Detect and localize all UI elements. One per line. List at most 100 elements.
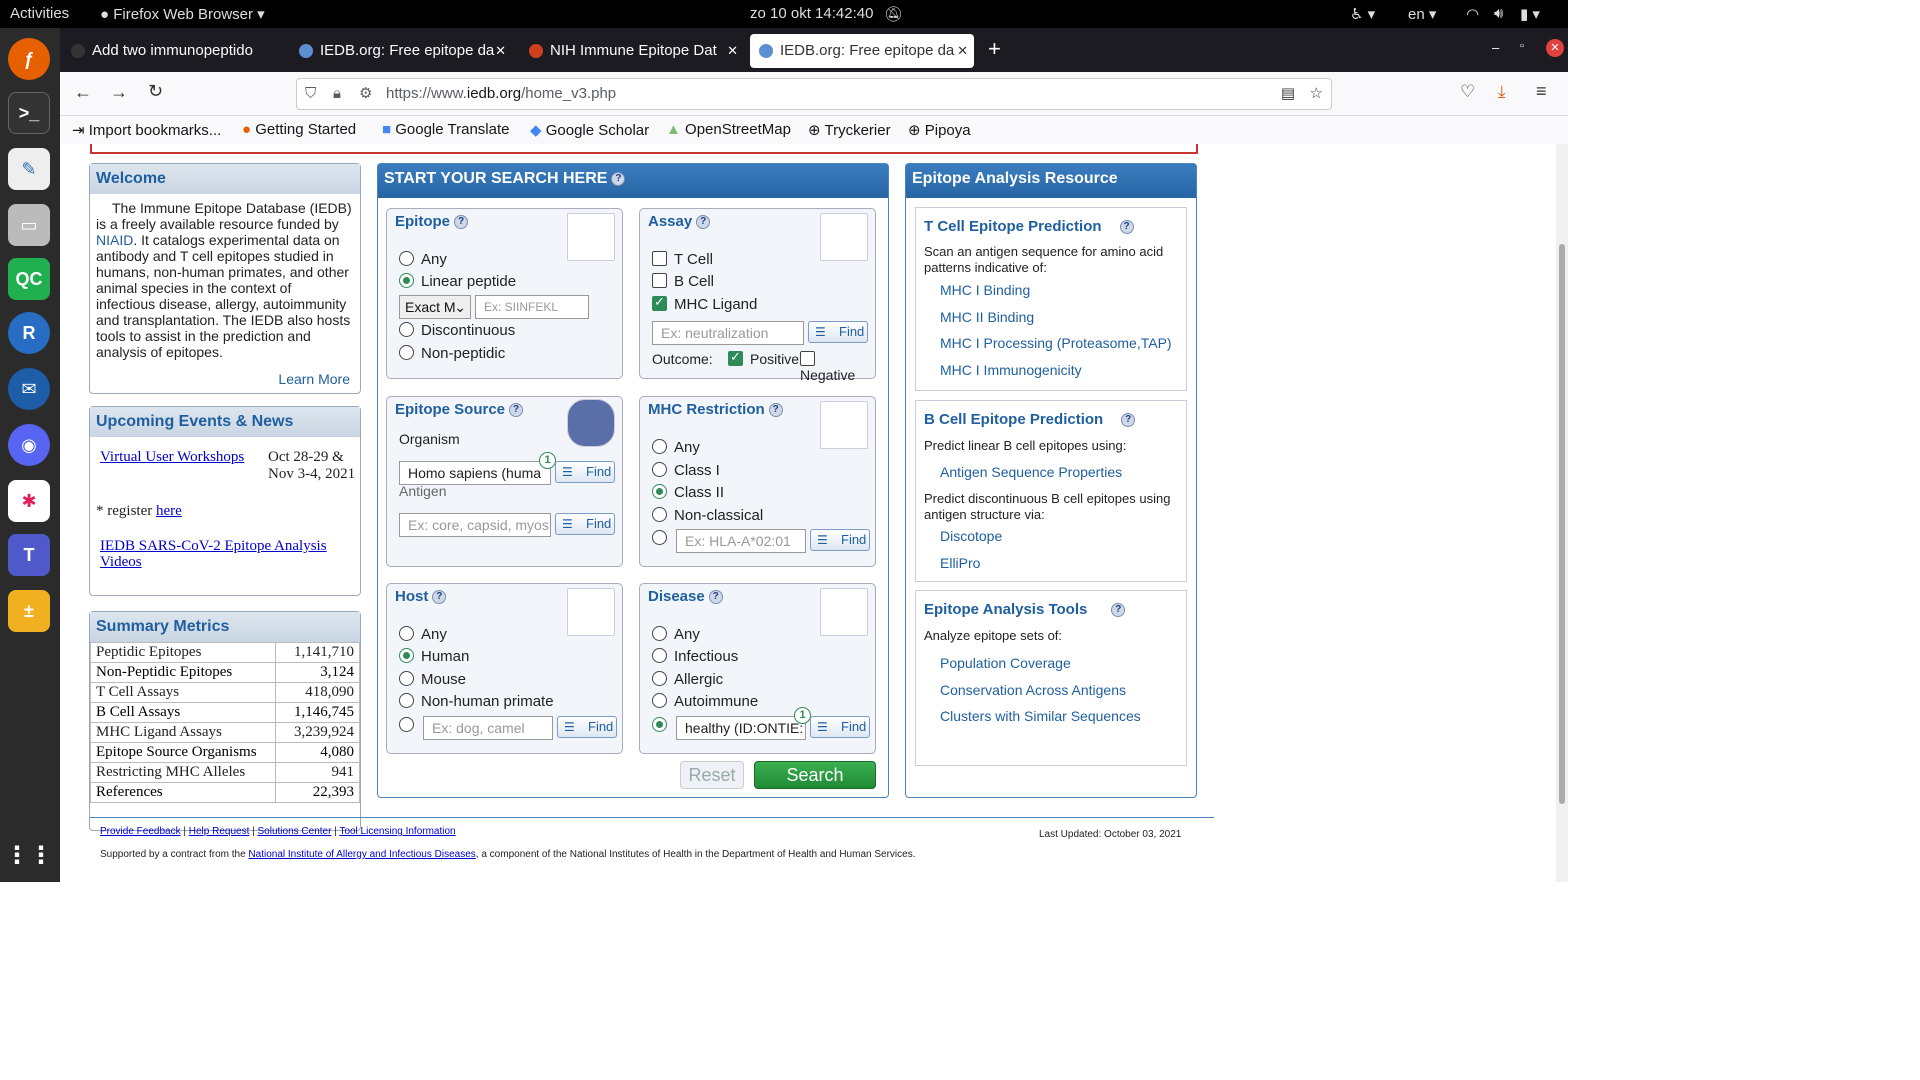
battery-icon[interactable]: ▮ ▾: [1520, 5, 1540, 23]
niaid-link[interactable]: NIAID: [96, 232, 133, 248]
wifi-icon[interactable]: ◠: [1466, 5, 1479, 23]
ellipro-link[interactable]: ElliPro: [940, 555, 980, 571]
help-icon[interactable]: ?: [611, 171, 626, 186]
niaid-full-link[interactable]: National Institute of Allergy and Infect…: [248, 849, 475, 860]
mhc1-processing-link[interactable]: MHC I Processing (Proteasome,TAP): [940, 335, 1172, 351]
assay-bcell-checkbox[interactable]: B Cell: [652, 273, 714, 290]
r-icon[interactable]: R: [8, 312, 50, 354]
videos-link[interactable]: IEDB SARS-CoV-2 Epitope Analysis Videos: [100, 538, 350, 570]
learn-more-link[interactable]: Learn More: [278, 371, 350, 387]
organism-input[interactable]: Homo sapiens (huma: [399, 461, 551, 485]
antigen-input[interactable]: Ex: core, capsid, myos: [399, 513, 551, 537]
mhc-allele-input[interactable]: Ex: HLA-A*02:01: [676, 529, 806, 553]
mhc-class1-radio[interactable]: Class I: [652, 462, 720, 479]
bookmark-openstreetmap[interactable]: ▲ OpenStreetMap: [666, 121, 791, 138]
maximize-icon[interactable]: ▫: [1520, 40, 1524, 52]
help-icon[interactable]: ?: [509, 403, 524, 418]
outcome-positive-checkbox[interactable]: Positive: [728, 349, 799, 367]
epitope-nonpeptidic-radio[interactable]: Non-peptidic: [399, 345, 505, 362]
epitope-sequence-input[interactable]: Ex: SIINFEKL: [475, 295, 589, 319]
tab-iedb-active[interactable]: IEDB.org: Free epitope da ✕: [750, 34, 974, 68]
show-apps-icon[interactable]: ⋮⋮: [5, 834, 53, 876]
antigen-find-button[interactable]: Find: [555, 513, 615, 535]
population-coverage-link[interactable]: Population Coverage: [940, 655, 1071, 671]
mhc2-binding-link[interactable]: MHC II Binding: [940, 309, 1034, 325]
mhc-find-button[interactable]: Find: [810, 529, 870, 551]
bookmark-google-translate[interactable]: ■ Google Translate: [382, 121, 509, 138]
bookmark-import[interactable]: ⇥ Import bookmarks...: [72, 121, 221, 139]
host-nhp-radio[interactable]: Non-human primate: [399, 693, 554, 710]
feedback-link[interactable]: Provide Feedback: [100, 826, 181, 837]
bookmark-pipoya[interactable]: ⊕ Pipoya: [908, 121, 971, 139]
epitope-discontinuous-radio[interactable]: Discontinuous: [399, 322, 515, 339]
epitope-linear-radio[interactable]: Linear peptide: [399, 273, 516, 290]
scrollbar[interactable]: [1556, 144, 1568, 882]
pocket-icon[interactable]: ♡: [1460, 82, 1475, 102]
discotope-link[interactable]: Discotope: [940, 528, 1002, 544]
discord-icon[interactable]: ◉: [8, 424, 50, 466]
mhc-class2-radio[interactable]: Class II: [652, 484, 724, 501]
help-icon[interactable]: ?: [454, 215, 468, 230]
mhc-allele-radio[interactable]: [652, 530, 674, 547]
assay-input[interactable]: Ex: neutralization: [652, 321, 804, 345]
window-close-icon[interactable]: ✕: [1546, 39, 1564, 57]
help-icon[interactable]: ?: [1111, 603, 1126, 618]
back-icon[interactable]: ←: [74, 82, 92, 103]
search-button[interactable]: Search: [754, 761, 876, 789]
help-icon[interactable]: ?: [432, 590, 447, 605]
clusters-link[interactable]: Clusters with Similar Sequences: [940, 708, 1141, 724]
qc-icon[interactable]: QC: [8, 258, 50, 300]
accessibility-icon[interactable]: ♿︎ ▾: [1350, 5, 1375, 23]
minimize-icon[interactable]: –: [1492, 40, 1499, 55]
assay-mhc-checkbox[interactable]: MHC Ligand: [652, 294, 757, 313]
tab-nih[interactable]: NIH Immune Epitope Dat ✕: [520, 34, 744, 68]
outcome-negative-checkbox[interactable]: Negative: [800, 351, 875, 383]
bookmark-google-scholar[interactable]: ◆ Google Scholar: [530, 121, 649, 139]
url-bar[interactable]: ⛉ 🔒︎ ⚙ https://www.iedb.org/home_v3.php …: [296, 78, 1332, 110]
disease-input[interactable]: healthy (ID:ONTIE:: [676, 716, 806, 740]
host-input[interactable]: Ex: dog, camel: [423, 716, 553, 740]
bookmark-getting-started[interactable]: ● Getting Started: [242, 121, 356, 138]
firefox-icon[interactable]: ƒ: [8, 38, 50, 80]
disease-other-radio[interactable]: [652, 717, 674, 734]
host-human-radio[interactable]: Human: [399, 648, 469, 665]
host-other-radio[interactable]: [399, 717, 421, 734]
register-link[interactable]: here: [156, 503, 182, 519]
download-icon[interactable]: ⤓: [1498, 82, 1506, 102]
disease-any-radio[interactable]: Any: [652, 626, 700, 643]
help-icon[interactable]: ?: [1119, 220, 1134, 235]
help-icon[interactable]: ?: [696, 215, 711, 230]
disease-allergic-radio[interactable]: Allergic: [652, 671, 723, 688]
terminal-icon[interactable]: >_: [8, 92, 50, 134]
disease-autoimmune-radio[interactable]: Autoimmune: [652, 693, 758, 710]
close-icon[interactable]: ✕: [495, 34, 506, 68]
antigen-properties-link[interactable]: Antigen Sequence Properties: [940, 464, 1122, 480]
organism-find-button[interactable]: Find: [555, 461, 615, 483]
tab-immunopeptido[interactable]: Add two immunopeptido: [62, 34, 286, 68]
clock[interactable]: zo 10 okt 14:42:40: [750, 5, 873, 22]
reload-icon[interactable]: ↻: [148, 81, 163, 102]
close-icon[interactable]: ✕: [727, 34, 738, 68]
host-mouse-radio[interactable]: Mouse: [399, 671, 466, 688]
close-icon[interactable]: ✕: [957, 34, 968, 68]
mhc1-immunogenicity-link[interactable]: MHC I Immunogenicity: [940, 362, 1082, 378]
thunderbird-icon[interactable]: ✉: [8, 368, 50, 410]
workshop-link[interactable]: Virtual User Workshops: [100, 449, 244, 466]
volume-icon[interactable]: 🔊︎: [1494, 5, 1503, 22]
assay-tcell-checkbox[interactable]: T Cell: [652, 251, 713, 268]
epitope-any-radio[interactable]: Any: [399, 251, 447, 268]
scrollbar-thumb[interactable]: [1559, 244, 1565, 804]
files-icon[interactable]: ▭: [8, 204, 50, 246]
app-menu[interactable]: ● Firefox Web Browser ▾: [100, 5, 265, 23]
licensing-link[interactable]: Tool Licensing Information: [339, 826, 455, 837]
new-tab-icon[interactable]: +: [988, 36, 1001, 62]
help-icon[interactable]: ?: [1121, 413, 1136, 428]
menu-icon[interactable]: ≡: [1536, 81, 1547, 102]
help-icon[interactable]: ?: [708, 590, 723, 605]
reset-button[interactable]: Reset: [680, 761, 744, 789]
host-find-button[interactable]: Find: [557, 716, 617, 738]
match-type-select[interactable]: Exact M ⌄: [399, 295, 471, 319]
calculator-icon[interactable]: ±: [8, 590, 50, 632]
disease-find-button[interactable]: Find: [810, 716, 870, 738]
assay-find-button[interactable]: Find: [808, 321, 868, 343]
